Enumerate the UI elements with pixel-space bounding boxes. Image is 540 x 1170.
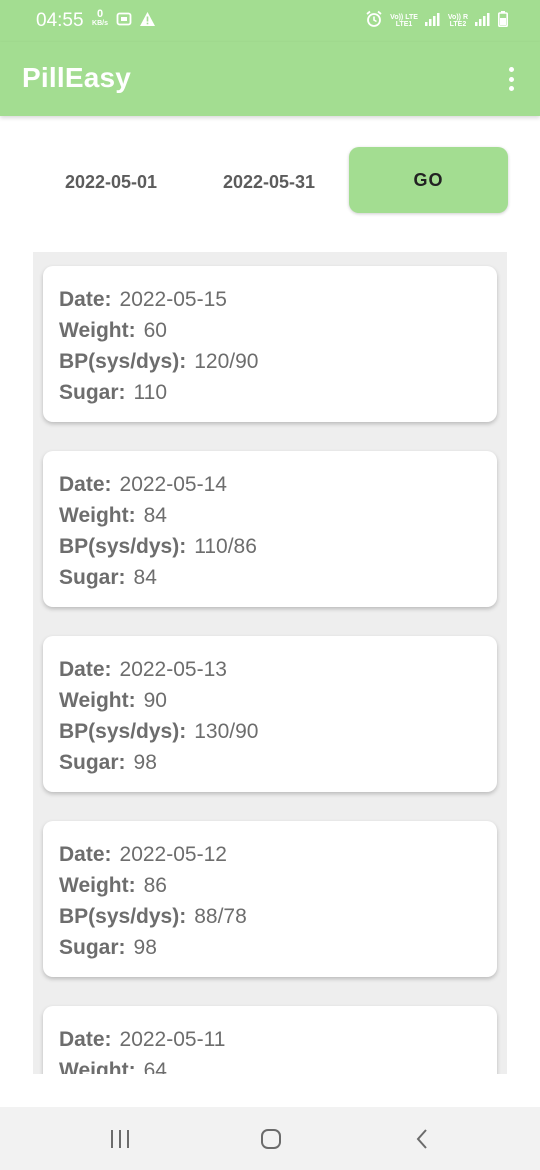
home-icon[interactable] bbox=[259, 1127, 283, 1156]
recent-apps-icon[interactable] bbox=[108, 1127, 132, 1156]
record-weight: 86 bbox=[143, 874, 167, 897]
record-bp: 88/78 bbox=[194, 905, 247, 928]
record-bp-row: BP(sys/dys): 110/86 bbox=[59, 531, 481, 562]
screenshot-notification-icon bbox=[116, 11, 132, 32]
date-label: Date: bbox=[59, 1028, 112, 1051]
start-date-button[interactable]: 2022-05-01 bbox=[40, 160, 182, 204]
date-label: Date: bbox=[59, 473, 112, 496]
record-weight: 90 bbox=[143, 689, 167, 712]
record-sugar: 110 bbox=[133, 381, 167, 404]
record-sugar-row: Sugar: 84 bbox=[59, 562, 481, 593]
record-bp-row: BP(sys/dys): 88/78 bbox=[59, 901, 481, 932]
record-weight: 60 bbox=[143, 319, 167, 342]
record-bp-row: BP(sys/dys): 130/90 bbox=[59, 716, 481, 747]
weight-label: Weight: bbox=[59, 689, 136, 712]
record-date-row: Date: 2022-05-11 bbox=[59, 1024, 481, 1055]
status-time: 04:55 bbox=[36, 10, 84, 31]
record-date: 2022-05-14 bbox=[119, 473, 227, 496]
bp-label: BP(sys/dys): bbox=[59, 350, 187, 373]
record-bp: 110/86 bbox=[194, 535, 257, 558]
system-navigation-bar bbox=[0, 1107, 540, 1170]
sugar-label: Sugar: bbox=[59, 936, 126, 959]
sugar-label: Sugar: bbox=[59, 381, 126, 404]
record-card[interactable]: Date: 2022-05-11 Weight: 64 bbox=[43, 1006, 497, 1074]
sugar-label: Sugar: bbox=[59, 751, 126, 774]
record-date: 2022-05-11 bbox=[119, 1028, 226, 1051]
warning-icon bbox=[139, 11, 156, 32]
record-card[interactable]: Date: 2022-05-15 Weight: 60 BP(sys/dys): 12… bbox=[43, 266, 497, 422]
record-weight-row: Weight: 84 bbox=[59, 500, 481, 531]
alarm-icon bbox=[365, 10, 383, 33]
record-sugar: 98 bbox=[133, 751, 157, 774]
record-date: 2022-05-15 bbox=[119, 288, 227, 311]
network-speed-value: 0 bbox=[96, 8, 104, 20]
network-speed: 0 KB/s bbox=[90, 8, 110, 28]
bp-label: BP(sys/dys): bbox=[59, 720, 187, 743]
sim2-label-bottom: LTE2 bbox=[449, 21, 467, 28]
date-label: Date: bbox=[59, 288, 112, 311]
weight-label: Weight: bbox=[59, 874, 136, 897]
record-weight-row: Weight: 64 bbox=[59, 1055, 481, 1074]
record-weight: 64 bbox=[143, 1059, 167, 1074]
record-sugar-row: Sugar: 98 bbox=[59, 747, 481, 778]
record-weight-row: Weight: 90 bbox=[59, 685, 481, 716]
record-date-row: Date: 2022-05-14 bbox=[59, 469, 481, 500]
health-records-list[interactable]: Date: 2022-05-15 Weight: 60 BP(sys/dys): 12… bbox=[33, 252, 507, 1074]
record-date-row: Date: 2022-05-13 bbox=[59, 654, 481, 685]
record-bp-row: BP(sys/dys): 120/90 bbox=[59, 346, 481, 377]
bp-label: BP(sys/dys): bbox=[59, 535, 187, 558]
sim2-label-top: Vo)) R bbox=[447, 14, 468, 21]
go-button[interactable]: GO bbox=[349, 147, 508, 213]
record-sugar: 84 bbox=[133, 566, 157, 589]
record-card[interactable]: Date: 2022-05-12 Weight: 86 BP(sys/dys): 88… bbox=[43, 821, 497, 977]
signal-strength-icon-sim2 bbox=[475, 12, 491, 31]
record-sugar-row: Sugar: 98 bbox=[59, 932, 481, 963]
sugar-label: Sugar: bbox=[59, 566, 126, 589]
sim1-label-top: Vo)) LTE bbox=[390, 14, 418, 21]
end-date-button[interactable]: 2022-05-31 bbox=[198, 160, 340, 204]
sim2-label: Vo)) R LTE2 bbox=[448, 14, 468, 28]
record-date: 2022-05-12 bbox=[119, 843, 227, 866]
app-title: PillEasy bbox=[22, 62, 132, 93]
back-icon[interactable] bbox=[411, 1127, 435, 1156]
record-card[interactable]: Date: 2022-05-14 Weight: 84 BP(sys/dys): 11… bbox=[43, 451, 497, 607]
record-weight: 84 bbox=[143, 504, 167, 527]
record-weight-row: Weight: 60 bbox=[59, 315, 481, 346]
status-bar: 04:55 0 KB/s Vo)) LTE LTE1 Vo)) R LTE2 bbox=[0, 0, 540, 42]
sim1-label-bottom: LTE1 bbox=[395, 21, 413, 28]
record-card[interactable]: Date: 2022-05-13 Weight: 90 BP(sys/dys): 13… bbox=[43, 636, 497, 792]
sim1-label: Vo)) LTE LTE1 bbox=[390, 14, 418, 28]
weight-label: Weight: bbox=[59, 504, 136, 527]
record-sugar-row: Sugar: 110 bbox=[59, 377, 481, 408]
weight-label: Weight: bbox=[59, 1059, 136, 1074]
overflow-menu-icon[interactable] bbox=[500, 64, 522, 94]
record-date-row: Date: 2022-05-12 bbox=[59, 839, 481, 870]
status-right-icons: Vo)) LTE LTE1 Vo)) R LTE2 bbox=[365, 10, 508, 32]
date-label: Date: bbox=[59, 843, 112, 866]
bp-label: BP(sys/dys): bbox=[59, 905, 187, 928]
signal-strength-icon-sim1 bbox=[424, 12, 441, 31]
date-label: Date: bbox=[59, 658, 112, 681]
record-bp: 120/90 bbox=[194, 350, 259, 373]
app-bar: PillEasy bbox=[0, 42, 540, 116]
record-weight-row: Weight: 86 bbox=[59, 870, 481, 901]
record-sugar: 98 bbox=[133, 936, 157, 959]
network-speed-unit: KB/s bbox=[92, 20, 108, 27]
record-bp: 130/90 bbox=[194, 720, 259, 743]
record-date: 2022-05-13 bbox=[119, 658, 227, 681]
record-date-row: Date: 2022-05-15 bbox=[59, 284, 481, 315]
weight-label: Weight: bbox=[59, 319, 136, 342]
battery-icon bbox=[498, 10, 508, 32]
